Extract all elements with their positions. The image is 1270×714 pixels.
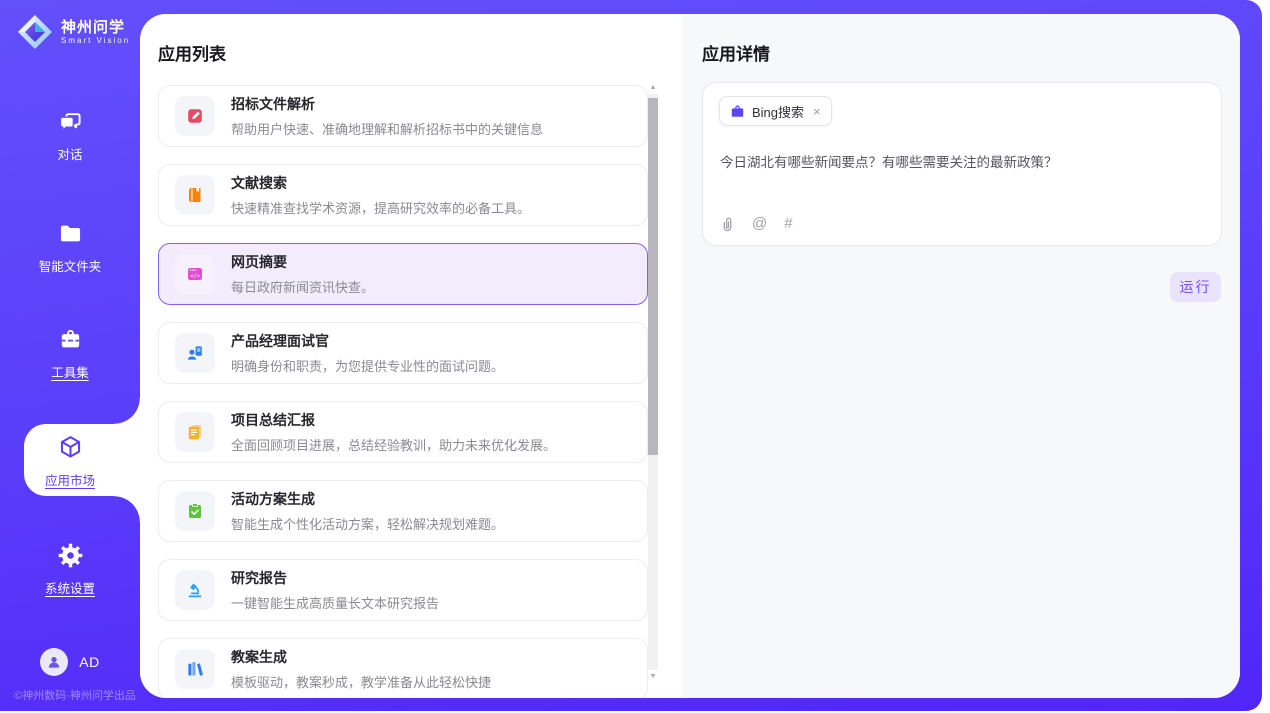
sidebar: 神州问学 Smart Vision 对话 智能文件夹 (0, 0, 140, 711)
app-card-lesson-plan[interactable]: 教案生成 模板驱动，教案秒成，教学准备从此轻松快捷 (158, 638, 648, 698)
scrollbar-track[interactable] (648, 94, 658, 670)
toolbox-icon (57, 326, 84, 353)
query-input[interactable]: 今日湖北有哪些新闻要点？有哪些需要关注的最新政策？ (720, 151, 1205, 171)
app-card-desc: 帮助用户快速、准确地理解和解析招标书中的关键信息 (231, 119, 543, 138)
run-button[interactable]: 运行 (1170, 272, 1221, 302)
app-card-title: 文献搜索 (231, 173, 530, 193)
user-initials: AD (79, 654, 99, 670)
app-card-title: 网页摘要 (231, 252, 374, 272)
app-card-pm-interviewer[interactable]: 产品经理面试官 明确身份和职责，为您提供专业性的面试问题。 (158, 322, 648, 384)
app-card-desc: 明确身份和职责，为您提供专业性的面试问题。 (231, 356, 504, 375)
paperclip-icon[interactable] (720, 216, 735, 232)
chat-icon (57, 108, 84, 135)
brand-logo: 神州问学 Smart Vision (16, 13, 130, 51)
composer-toolbar: @ # (720, 215, 793, 232)
app-card-title: 项目总结汇报 (231, 410, 556, 430)
book-icon (175, 175, 215, 215)
browser-code-icon: </> (175, 254, 215, 294)
scrollbar-thumb[interactable] (648, 98, 658, 455)
app-list-title: 应用列表 (158, 40, 226, 65)
folder-icon (57, 220, 84, 247)
brand-subtitle: Smart Vision (61, 36, 130, 45)
brand-name: 神州问学 (61, 19, 130, 36)
diamond-logo-icon (16, 13, 54, 51)
app-card-bid-parsing[interactable]: 招标文件解析 帮助用户快速、准确地理解和解析招标书中的关键信息 (158, 85, 648, 147)
app-card-event-plan[interactable]: 活动方案生成 智能生成个性化活动方案，轻松解决规划难题。 (158, 480, 648, 542)
app-card-desc: 智能生成个性化活动方案，轻松解决规划难题。 (231, 514, 504, 533)
app-list-panel: 应用列表 招标文件解析 帮助用户快速、准确地理解和解析招标书中的关键信息 (140, 14, 682, 698)
gear-icon (57, 542, 84, 569)
list-scrollbar[interactable]: ▲ ▼ (648, 84, 658, 680)
app-detail-title: 应用详情 (702, 40, 770, 65)
scroll-up-icon[interactable]: ▲ (648, 84, 658, 91)
svg-text:</>: </> (190, 274, 200, 280)
tool-tag-label: Bing搜索 (752, 102, 804, 121)
clipboard-check-icon (175, 491, 215, 531)
app-card-desc: 快速精准查找学术资源，提高研究效率的必备工具。 (231, 198, 530, 217)
sidebar-item-label: 工具集 (51, 362, 89, 381)
app-card-research-report[interactable]: 研究报告 一键智能生成高质量长文本研究报告 (158, 559, 648, 621)
scroll-down-icon[interactable]: ▼ (648, 673, 658, 680)
app-card-title: 招标文件解析 (231, 94, 543, 114)
app-card-title: 活动方案生成 (231, 489, 504, 509)
sidebar-item-label: 系统设置 (45, 578, 95, 597)
papers-icon (175, 412, 215, 452)
app-card-desc: 一键智能生成高质量长文本研究报告 (231, 593, 439, 612)
sidebar-item-settings[interactable]: 系统设置 (0, 542, 140, 597)
cube-icon (57, 434, 84, 461)
prompt-card: Bing搜索 × 今日湖北有哪些新闻要点？有哪些需要关注的最新政策？ @ # (702, 82, 1222, 246)
sidebar-item-label: 应用市场 (45, 470, 95, 489)
sidebar-item-label: 智能文件夹 (39, 256, 102, 275)
app-list: 招标文件解析 帮助用户快速、准确地理解和解析招标书中的关键信息 文献搜索 快速精… (158, 85, 648, 698)
doc-edit-icon (175, 96, 215, 136)
sidebar-item-smart-folders[interactable]: 智能文件夹 (0, 220, 140, 275)
sidebar-item-chat[interactable]: 对话 (0, 108, 140, 163)
app-detail-panel: 应用详情 Bing搜索 × 今日湖北有哪些新闻要点？有哪些需要关注的最新政策？ (682, 14, 1240, 698)
person-icon (46, 654, 62, 670)
hash-icon[interactable]: # (784, 215, 792, 232)
content-area: 应用列表 招标文件解析 帮助用户快速、准确地理解和解析招标书中的关键信息 (140, 14, 1240, 698)
copyright-footer: ©神州数码·神州问学出品 (0, 687, 150, 703)
tool-tag-bing-search[interactable]: Bing搜索 × (719, 96, 832, 126)
avatar (40, 648, 68, 676)
app-card-desc: 模板驱动，教案秒成，教学准备从此轻松快捷 (231, 672, 491, 691)
app-card-desc: 全面回顾项目进展，总结经验教训，助力未来优化发展。 (231, 435, 556, 454)
person-doc-icon (175, 333, 215, 373)
app-card-web-summary[interactable]: </> 网页摘要 每日政府新闻资讯快查。 (158, 243, 648, 305)
books-icon (175, 649, 215, 689)
briefcase-icon (730, 104, 745, 119)
sidebar-item-toolset[interactable]: 工具集 (0, 326, 140, 381)
app-card-desc: 每日政府新闻资讯快查。 (231, 277, 374, 296)
sidebar-item-app-market[interactable]: 应用市场 (0, 434, 140, 489)
app-card-project-summary[interactable]: 项目总结汇报 全面回顾项目进展，总结经验教训，助力未来优化发展。 (158, 401, 648, 463)
user-account[interactable]: AD (0, 648, 140, 676)
app-card-title: 研究报告 (231, 568, 439, 588)
at-mention-icon[interactable]: @ (752, 215, 767, 232)
microscope-icon (175, 570, 215, 610)
close-icon[interactable]: × (813, 104, 821, 119)
app-card-literature-search[interactable]: 文献搜索 快速精准查找学术资源，提高研究效率的必备工具。 (158, 164, 648, 226)
app-card-title: 教案生成 (231, 647, 491, 667)
sidebar-item-label: 对话 (57, 144, 82, 163)
app-card-title: 产品经理面试官 (231, 331, 504, 351)
